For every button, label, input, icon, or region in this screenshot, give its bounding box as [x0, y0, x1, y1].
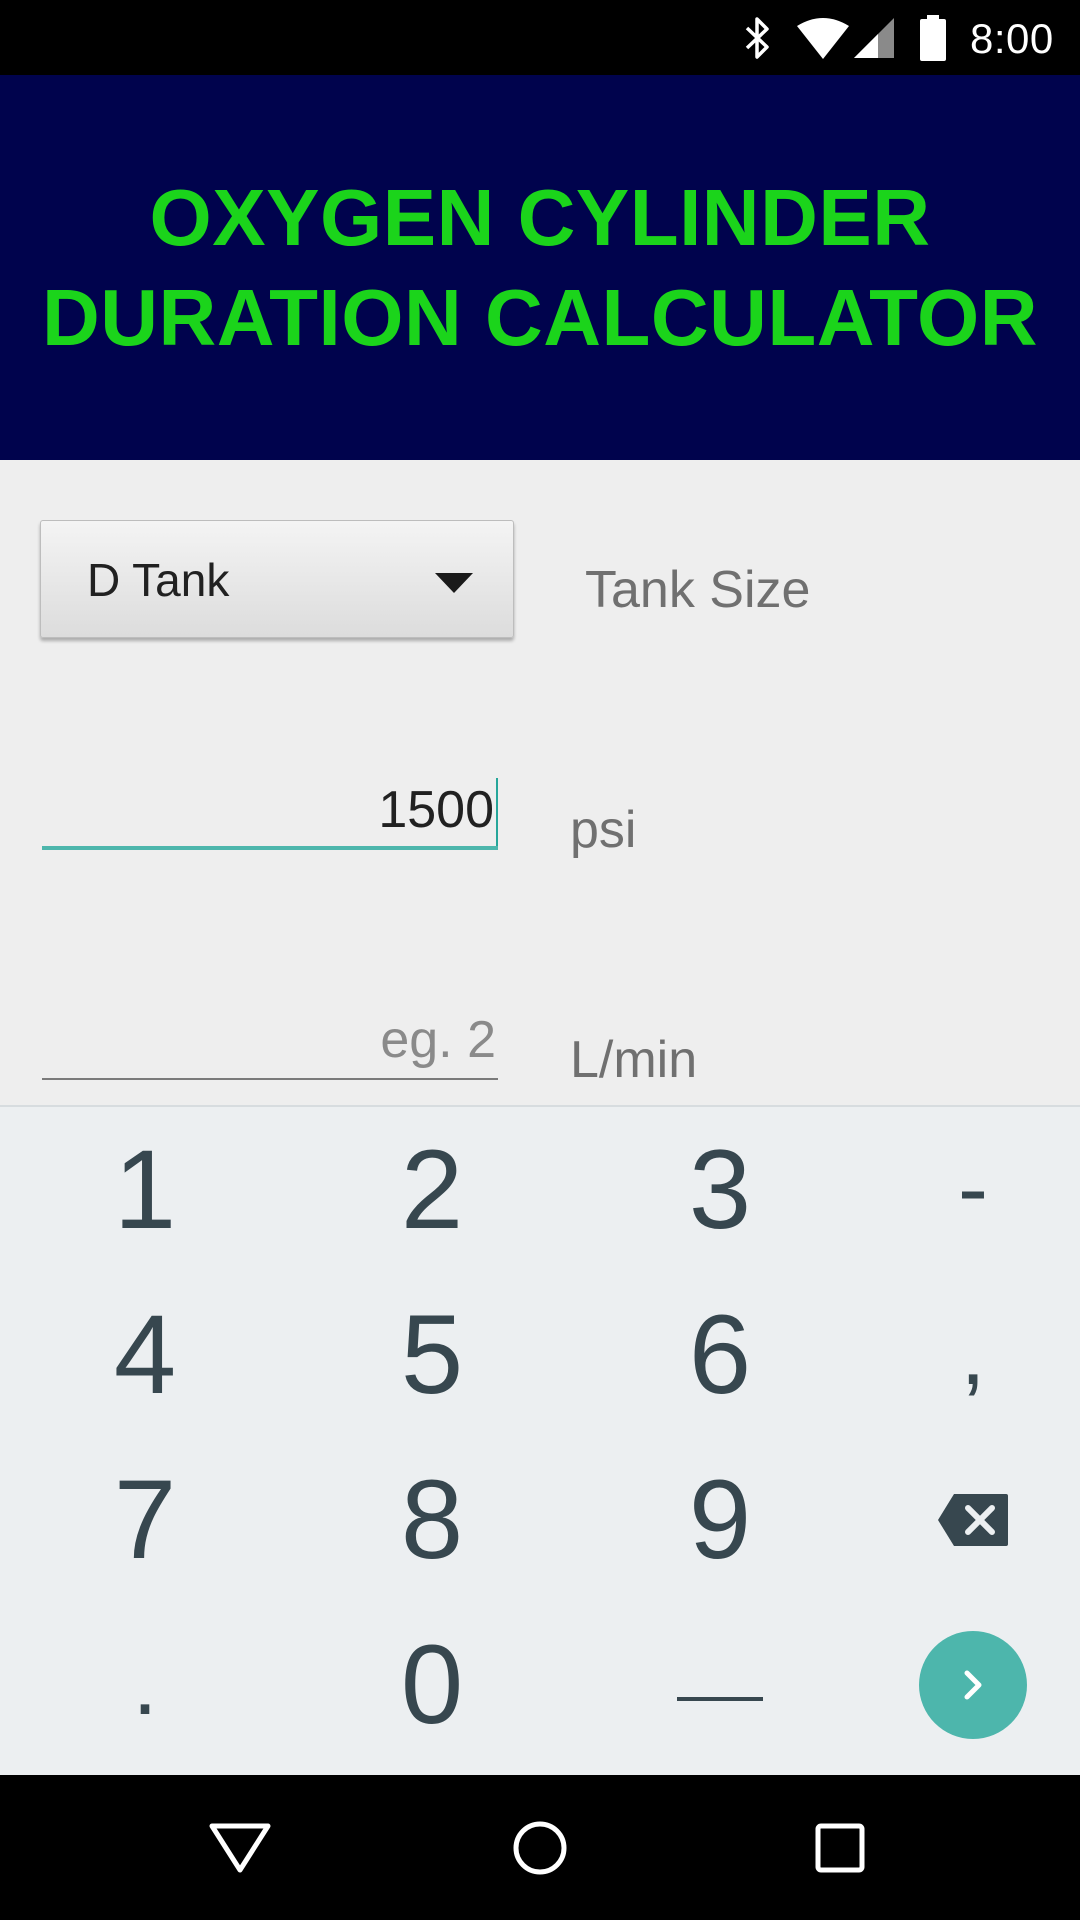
calculator-form: D Tank Tank Size 1500 psi eg. 2 L/min — [0, 460, 1080, 1105]
pressure-unit-label: psi — [570, 801, 637, 859]
key-7[interactable]: 7 — [10, 1437, 280, 1602]
app-header: OXYGEN CYLINDER DURATION CALCULATOR — [0, 75, 1080, 460]
key-0[interactable]: 0 — [297, 1602, 567, 1767]
navigation-bar — [0, 1775, 1080, 1920]
back-icon — [209, 1823, 271, 1872]
next-key[interactable] — [838, 1602, 1080, 1767]
backspace-icon — [938, 1493, 1008, 1546]
bluetooth-icon — [742, 0, 782, 75]
dropdown-arrow-icon — [435, 573, 473, 593]
tank-size-selected: D Tank — [87, 554, 230, 606]
key-3[interactable]: 3 — [585, 1107, 855, 1272]
text-cursor — [496, 778, 498, 846]
key-period[interactable]: . — [10, 1602, 280, 1767]
tank-size-label: Tank Size — [585, 561, 811, 619]
numeric-keyboard: 1 2 3 - 4 5 6 , 7 8 9 . 0 — [0, 1105, 1080, 1775]
tank-size-dropdown[interactable]: D Tank — [40, 520, 514, 638]
flow-rate-unit-label: L/min — [570, 1031, 698, 1089]
battery-icon — [918, 0, 952, 75]
recents-button[interactable] — [780, 1775, 900, 1920]
back-button[interactable] — [180, 1775, 300, 1920]
home-button[interactable] — [480, 1775, 600, 1920]
status-bar: 8:00 — [0, 0, 1080, 75]
key-5[interactable]: 5 — [297, 1272, 567, 1437]
key-6[interactable]: 6 — [585, 1272, 855, 1437]
space-key[interactable] — [585, 1602, 855, 1767]
key-minus[interactable]: - — [838, 1107, 1080, 1272]
key-2[interactable]: 2 — [297, 1107, 567, 1272]
app-title: OXYGEN CYLINDER DURATION CALCULATOR — [41, 172, 1039, 362]
cell-signal-icon — [852, 0, 898, 75]
backspace-key[interactable] — [838, 1437, 1080, 1602]
key-9[interactable]: 9 — [585, 1437, 855, 1602]
home-icon — [513, 1821, 567, 1874]
status-time: 8:00 — [970, 15, 1054, 62]
chevron-right-icon — [964, 1670, 982, 1699]
next-button-circle — [919, 1630, 1027, 1739]
pressure-input[interactable]: 1500 — [42, 770, 498, 850]
key-comma[interactable]: , — [838, 1272, 1080, 1437]
app-screen: 8:00 OXYGEN CYLINDER DURATION CALCULATOR… — [0, 0, 1080, 1920]
space-bar-icon — [677, 1696, 763, 1701]
key-4[interactable]: 4 — [10, 1272, 280, 1437]
wifi-icon — [796, 0, 852, 75]
flow-rate-input[interactable]: eg. 2 — [42, 1000, 498, 1080]
pressure-value: 1500 — [378, 781, 494, 839]
flow-rate-placeholder: eg. 2 — [380, 1011, 496, 1069]
key-1[interactable]: 1 — [10, 1107, 280, 1272]
recents-icon — [815, 1823, 865, 1872]
key-8[interactable]: 8 — [297, 1437, 567, 1602]
